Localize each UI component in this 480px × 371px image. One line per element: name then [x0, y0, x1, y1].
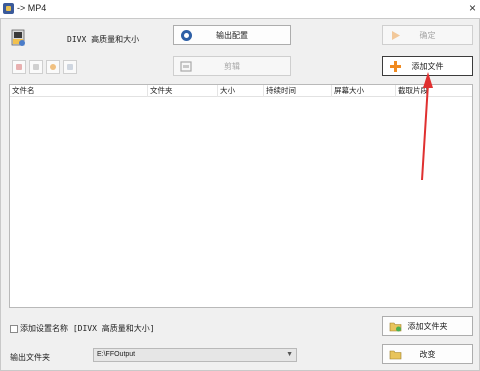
annotation-arrow-line — [421, 83, 429, 181]
annotation-arrow — [421, 72, 433, 181]
annotation-arrow-head — [423, 72, 433, 88]
